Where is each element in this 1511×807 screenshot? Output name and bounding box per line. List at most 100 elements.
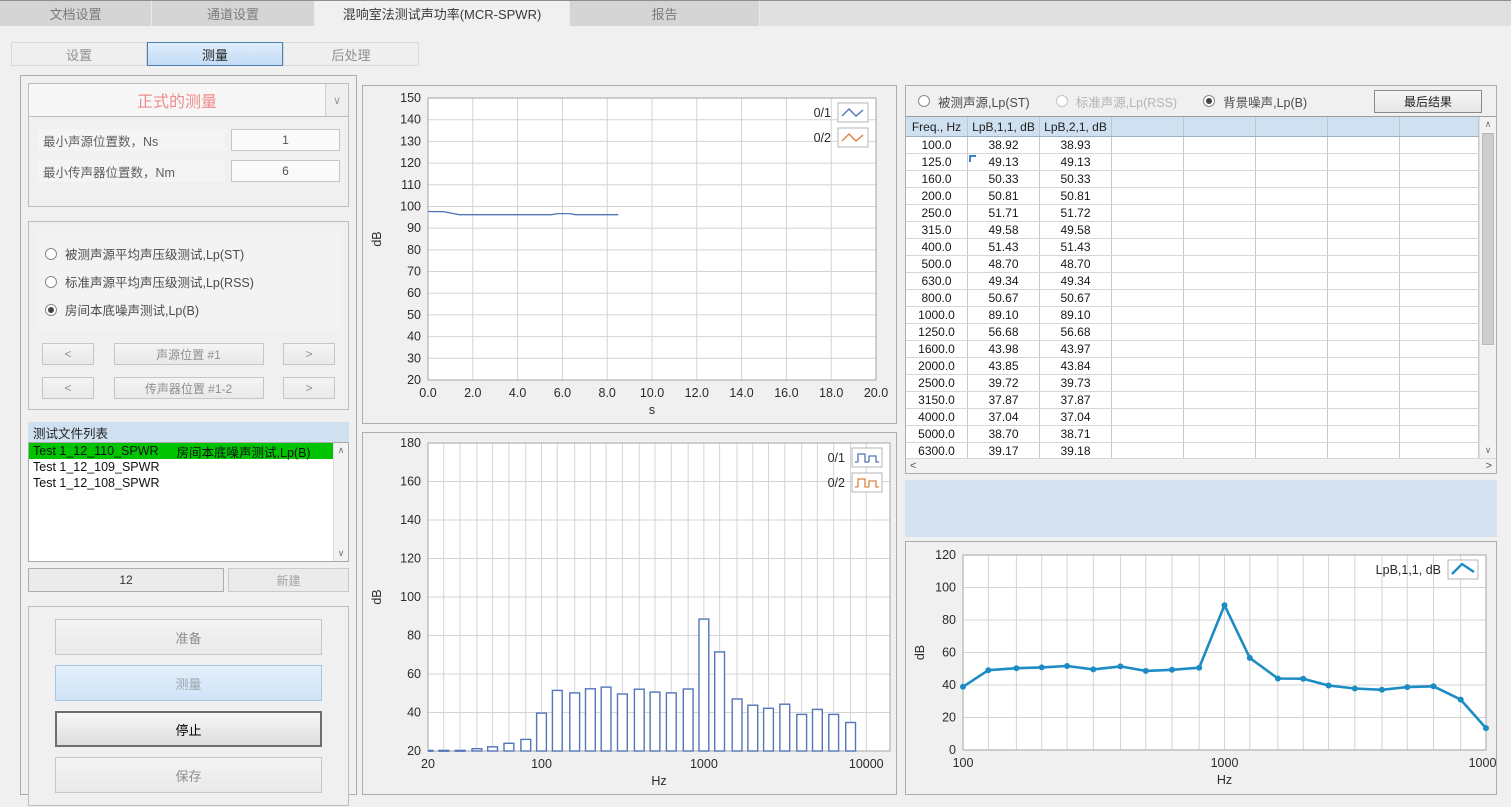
field-value[interactable]: 1 [231, 129, 340, 151]
table-cell[interactable] [1112, 205, 1184, 221]
table-cell[interactable]: 500.0 [906, 256, 968, 272]
microphone-position-prev-button[interactable]: < [42, 377, 94, 399]
table-cell[interactable] [1184, 205, 1256, 221]
measure-button[interactable]: 测量 [55, 665, 322, 701]
table-row[interactable]: 315.049.5849.58 [906, 222, 1479, 239]
table-cell[interactable]: 49.34 [1040, 273, 1112, 289]
table-cell[interactable]: 160.0 [906, 171, 968, 187]
table-cell[interactable]: 38.70 [968, 426, 1040, 442]
table-cell[interactable] [1256, 290, 1328, 306]
table-cell[interactable] [1256, 188, 1328, 204]
new-file-button[interactable]: 新建 [228, 568, 349, 592]
table-cell[interactable]: 39.73 [1040, 375, 1112, 391]
table-cell[interactable] [1256, 443, 1328, 458]
table-cell[interactable] [1184, 358, 1256, 374]
table-cell[interactable]: 38.92 [968, 137, 1040, 153]
tab-3[interactable]: 混响室法测试声功率(MCR-SPWR) [315, 1, 570, 26]
table-cell[interactable]: 49.13 [968, 154, 1040, 170]
table-cell[interactable] [1112, 222, 1184, 238]
table-cell[interactable] [1112, 137, 1184, 153]
table-row[interactable]: 2500.039.7239.73 [906, 375, 1479, 392]
table-cell[interactable] [1112, 273, 1184, 289]
table-cell[interactable]: 39.17 [968, 443, 1040, 458]
save-button[interactable]: 保存 [55, 757, 322, 793]
microphone-position-next-button[interactable]: > [283, 377, 335, 399]
table-cell[interactable]: 3150.0 [906, 392, 968, 408]
table-cell[interactable] [1256, 205, 1328, 221]
table-cell[interactable] [1184, 256, 1256, 272]
chevron-down-icon[interactable]: ∨ [325, 84, 348, 116]
table-cell[interactable] [1112, 375, 1184, 391]
table-cell[interactable] [1328, 290, 1400, 306]
scrollbar-thumb[interactable] [1482, 133, 1494, 345]
list-item[interactable]: Test 1_12_108_SPWR [29, 475, 348, 491]
table-cell[interactable]: 51.72 [1040, 205, 1112, 221]
table-cell[interactable]: 39.72 [968, 375, 1040, 391]
table-cell[interactable] [1256, 409, 1328, 425]
table-cell[interactable] [1400, 375, 1479, 391]
scroll-right-icon[interactable]: > [1486, 460, 1492, 472]
table-row[interactable]: 500.048.7048.70 [906, 256, 1479, 273]
table-cell[interactable] [1112, 392, 1184, 408]
table-cell[interactable] [1112, 290, 1184, 306]
table-cell[interactable] [1328, 409, 1400, 425]
source-position-next-button[interactable]: > [283, 343, 335, 365]
table-cell[interactable] [1256, 256, 1328, 272]
tab-2[interactable]: 通道设置 [152, 1, 315, 26]
scroll-down-icon[interactable]: ∨ [338, 548, 345, 559]
table-cell[interactable]: 630.0 [906, 273, 968, 289]
table-cell[interactable]: 43.84 [1040, 358, 1112, 374]
table-cell[interactable] [1400, 154, 1479, 170]
table-cell[interactable]: 100.0 [906, 137, 968, 153]
table-cell[interactable] [1400, 188, 1479, 204]
table-cell[interactable] [1400, 273, 1479, 289]
list-item[interactable]: Test 1_12_110_SPWR房间本底噪声测试,Lp(B) [29, 443, 348, 459]
table-cell[interactable]: 49.58 [968, 222, 1040, 238]
subtab-3[interactable]: 后处理 [283, 42, 419, 66]
table-cell[interactable] [1328, 375, 1400, 391]
table-cell[interactable] [1400, 426, 1479, 442]
table-cell[interactable] [1328, 426, 1400, 442]
result-radio-3[interactable]: 背景噪声,Lp(B) [1203, 92, 1307, 111]
result-radio-1[interactable]: 被测声源,Lp(ST) [918, 92, 1030, 111]
table-row[interactable]: 1000.089.1089.10 [906, 307, 1479, 324]
table-cell[interactable] [1400, 358, 1479, 374]
table-cell[interactable] [1400, 290, 1479, 306]
table-row[interactable]: 1250.056.6856.68 [906, 324, 1479, 341]
table-cell[interactable]: 50.81 [968, 188, 1040, 204]
table-cell[interactable]: 56.68 [968, 324, 1040, 340]
table-cell[interactable] [1328, 341, 1400, 357]
subtab-1[interactable]: 设置 [11, 42, 147, 66]
table-cell[interactable] [1328, 171, 1400, 187]
microphone-position-button[interactable]: 传声器位置 #1-2 [114, 377, 264, 399]
table-row[interactable]: 1600.043.9843.97 [906, 341, 1479, 358]
table-cell[interactable]: 51.71 [968, 205, 1040, 221]
table-cell[interactable] [1112, 443, 1184, 458]
table-cell[interactable] [1184, 392, 1256, 408]
table-cell[interactable] [1256, 273, 1328, 289]
table-cell[interactable] [1400, 137, 1479, 153]
table-cell[interactable] [1328, 188, 1400, 204]
table-cell[interactable] [1184, 426, 1256, 442]
table-cell[interactable] [1328, 222, 1400, 238]
table-cell[interactable] [1112, 239, 1184, 255]
table-cell[interactable]: 200.0 [906, 188, 968, 204]
table-cell[interactable] [1112, 154, 1184, 170]
table-cell[interactable]: 2000.0 [906, 358, 968, 374]
table-cell[interactable]: 1600.0 [906, 341, 968, 357]
table-row[interactable]: 800.050.6750.67 [906, 290, 1479, 307]
table-cell[interactable] [1256, 341, 1328, 357]
scroll-down-icon[interactable]: ∨ [1480, 443, 1496, 458]
table-cell[interactable] [1112, 256, 1184, 272]
table-cell[interactable]: 800.0 [906, 290, 968, 306]
table-cell[interactable]: 2500.0 [906, 375, 968, 391]
table-cell[interactable] [1328, 324, 1400, 340]
test-type-radio-3[interactable]: 房间本底噪声测试,Lp(B) [45, 300, 332, 319]
table-cell[interactable]: 49.34 [968, 273, 1040, 289]
final-result-button[interactable]: 最后结果 [1374, 90, 1482, 113]
table-row[interactable]: 630.049.3449.34 [906, 273, 1479, 290]
table-vertical-scrollbar[interactable]: ∧ ∨ [1479, 117, 1496, 458]
table-cell[interactable] [1400, 443, 1479, 458]
table-row[interactable]: 3150.037.8737.87 [906, 392, 1479, 409]
list-scrollbar[interactable]: ∧∨ [333, 443, 348, 561]
